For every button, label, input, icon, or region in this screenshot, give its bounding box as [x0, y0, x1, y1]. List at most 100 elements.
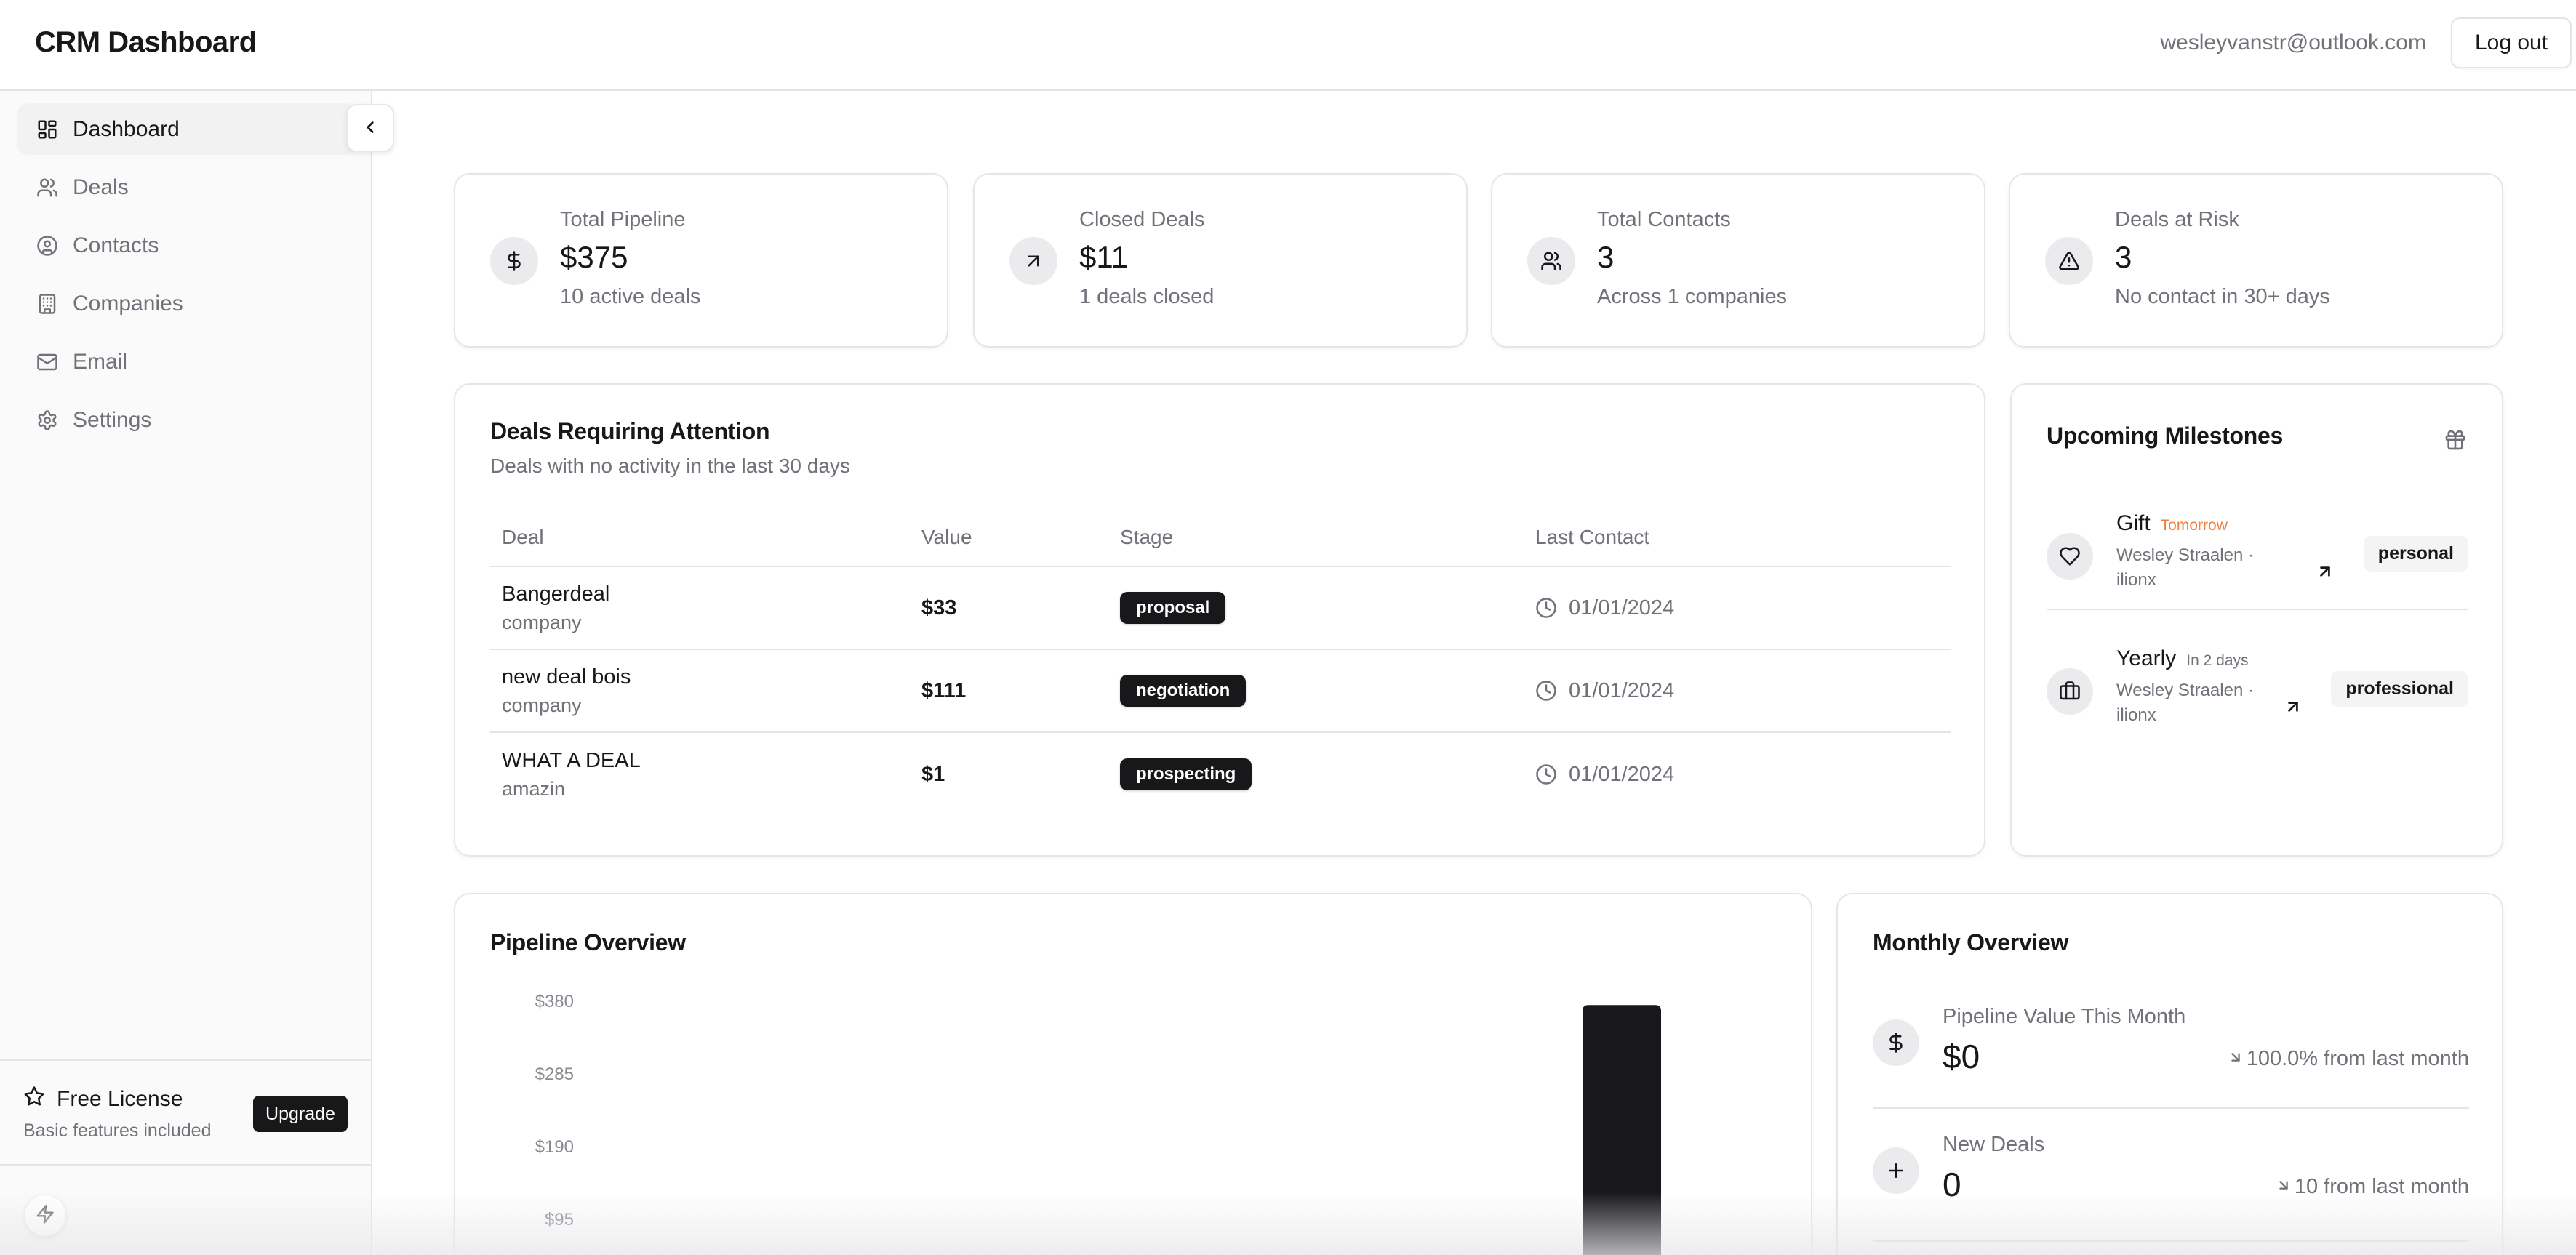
sidebar-item-settings[interactable]: Settings — [17, 394, 356, 446]
stat-card-deals-at-risk: Deals at Risk 3 No contact in 30+ days — [2009, 173, 2503, 348]
dollar-icon — [1873, 1019, 1919, 1066]
stat-label: Deals at Risk — [2115, 208, 2239, 231]
arrow-down-right-icon — [2228, 1047, 2247, 1071]
metric-change: 100.0% from last month — [2246, 1047, 2469, 1070]
monthly-overview-card: Monthly Overview Pipeline Value This Mon… — [1836, 893, 2503, 1255]
last-contact-date: 01/01/2024 — [1569, 678, 1675, 702]
card-description: Deals with no activity in the last 30 da… — [490, 454, 850, 477]
y-axis-tick-label: $190 — [535, 1137, 574, 1157]
arrow-up-right-icon[interactable] — [2316, 562, 2335, 581]
table-row[interactable]: new deal bois company $111 negotiation 0… — [490, 650, 1951, 733]
chart-bar[interactable] — [1583, 1005, 1661, 1255]
stage-badge: prospecting — [1120, 758, 1252, 790]
table-header-row: Deal Value Stage Last Contact — [490, 508, 1951, 567]
card-title: Upcoming Milestones — [2047, 422, 2284, 449]
metric-label: New Deals — [1943, 1133, 2045, 1156]
milestone-tag: professional — [2331, 671, 2468, 707]
quick-action-button[interactable] — [25, 1195, 65, 1236]
milestone-item[interactable]: Yearly In 2 days Wesley Straalen · ilion… — [2047, 636, 2468, 745]
clock-icon — [1535, 597, 1557, 619]
stat-value: $11 — [1079, 240, 1128, 274]
stat-label: Closed Deals — [1079, 208, 1205, 231]
user-email: wesleyvanstr@outlook.com — [2160, 31, 2426, 55]
stat-value: $375 — [560, 240, 628, 274]
zap-icon — [35, 1204, 55, 1228]
milestone-title: Yearly — [2116, 646, 2177, 670]
stage-badge: proposal — [1120, 592, 1226, 624]
deal-value: $33 — [921, 596, 957, 620]
license-panel: Free License Basic features included Upg… — [0, 1059, 371, 1166]
milestone-due: In 2 days — [2186, 652, 2249, 669]
sidebar-item-deals[interactable]: Deals — [17, 161, 356, 213]
metric-value: $0 — [1943, 1038, 1980, 1075]
column-header-deal: Deal — [502, 525, 544, 548]
y-axis-tick-label: $95 — [545, 1210, 574, 1230]
y-axis-tick-label: $380 — [535, 992, 574, 1011]
milestone-person: Wesley Straalen · ilionx — [2116, 681, 2254, 725]
deals-attention-card: Deals Requiring Attention Deals with no … — [454, 383, 1985, 857]
sidebar-item-contacts[interactable]: Contacts — [17, 220, 356, 271]
clock-icon — [1535, 763, 1557, 785]
stat-value: 3 — [1597, 240, 1615, 274]
deal-name: new deal bois — [502, 665, 631, 689]
sidebar-item-label: Deals — [73, 175, 129, 199]
collapse-sidebar-button[interactable] — [346, 104, 394, 152]
milestone-title: Gift — [2116, 511, 2151, 535]
table-row[interactable]: Bangerdeal company $33 proposal 01/01/20… — [490, 567, 1951, 650]
last-contact-date: 01/01/2024 — [1569, 596, 1675, 620]
stat-subtext: 1 deals closed — [1079, 285, 1215, 308]
stat-card-total-contacts: Total Contacts 3 Across 1 companies — [1491, 173, 1985, 348]
deal-company: company — [502, 612, 582, 633]
milestones-card: Upcoming Milestones Gift Tomorrow Wesley… — [2010, 383, 2503, 857]
deal-company: amazin — [502, 778, 566, 800]
layout-dashboard-icon — [36, 119, 58, 140]
sidebar-item-label: Email — [73, 349, 128, 374]
last-contact-date: 01/01/2024 — [1569, 762, 1675, 786]
stat-value: 3 — [2115, 240, 2132, 274]
plus-icon — [1873, 1147, 1919, 1194]
sidebar-item-email[interactable]: Email — [17, 336, 356, 388]
column-header-value: Value — [921, 525, 972, 548]
pipeline-chart: $380 $285 $190 $95 — [535, 992, 1661, 1255]
table-row[interactable]: WHAT A DEAL amazin $1 prospecting 01/01/… — [490, 733, 1951, 816]
monthly-metric: New Deals 0 10 from last month — [1873, 1110, 2469, 1242]
pipeline-overview-card: Pipeline Overview $380 $285 $190 $95 — [454, 893, 1812, 1255]
settings-icon — [36, 409, 58, 431]
arrow-up-right-icon — [1009, 237, 1057, 285]
dollar-icon — [490, 237, 538, 285]
gift-icon — [2444, 428, 2467, 452]
sidebar-item-dashboard[interactable]: Dashboard — [17, 103, 356, 155]
milestone-item[interactable]: Gift Tomorrow Wesley Straalen · ilionx p… — [2047, 501, 2468, 610]
milestone-person: Wesley Straalen · ilionx — [2116, 545, 2254, 590]
mail-icon — [36, 351, 58, 373]
monthly-metric: Pipeline Value This Month $0 100.0% from… — [1873, 982, 2469, 1109]
metric-label: Pipeline Value This Month — [1943, 1005, 2186, 1028]
app-title: CRM Dashboard — [35, 26, 257, 58]
stage-badge: negotiation — [1120, 675, 1247, 707]
chevron-left-icon — [361, 118, 380, 139]
deal-company: company — [502, 694, 582, 716]
arrow-up-right-icon[interactable] — [2284, 697, 2303, 716]
deal-name: WHAT A DEAL — [502, 749, 641, 772]
card-title: Monthly Overview — [1873, 929, 2069, 955]
logout-button[interactable]: Log out — [2451, 17, 2572, 68]
y-axis-tick-label: $285 — [535, 1064, 574, 1084]
arrow-down-right-icon — [2276, 1175, 2295, 1199]
stat-card-total-pipeline: Total Pipeline $375 10 active deals — [454, 173, 948, 348]
sidebar-item-companies[interactable]: Companies — [17, 278, 356, 329]
milestone-due: Tomorrow — [2160, 517, 2228, 534]
sidebar-item-label: Settings — [73, 407, 152, 432]
sidebar-item-label: Companies — [73, 291, 183, 316]
clock-icon — [1535, 680, 1557, 702]
license-title: Free License — [57, 1087, 183, 1111]
alert-triangle-icon — [2045, 237, 2093, 285]
license-subtitle: Basic features included — [23, 1120, 212, 1141]
deals-table: Deal Value Stage Last Contact Bangerdeal… — [490, 508, 1951, 816]
stat-subtext: Across 1 companies — [1597, 285, 1788, 308]
users-icon — [1527, 237, 1575, 285]
deal-name: Bangerdeal — [502, 582, 610, 606]
stat-label: Total Pipeline — [560, 208, 686, 231]
upgrade-button[interactable]: Upgrade — [253, 1096, 348, 1132]
stat-card-closed-deals: Closed Deals $11 1 deals closed — [973, 173, 1468, 348]
briefcase-icon — [2047, 668, 2093, 715]
